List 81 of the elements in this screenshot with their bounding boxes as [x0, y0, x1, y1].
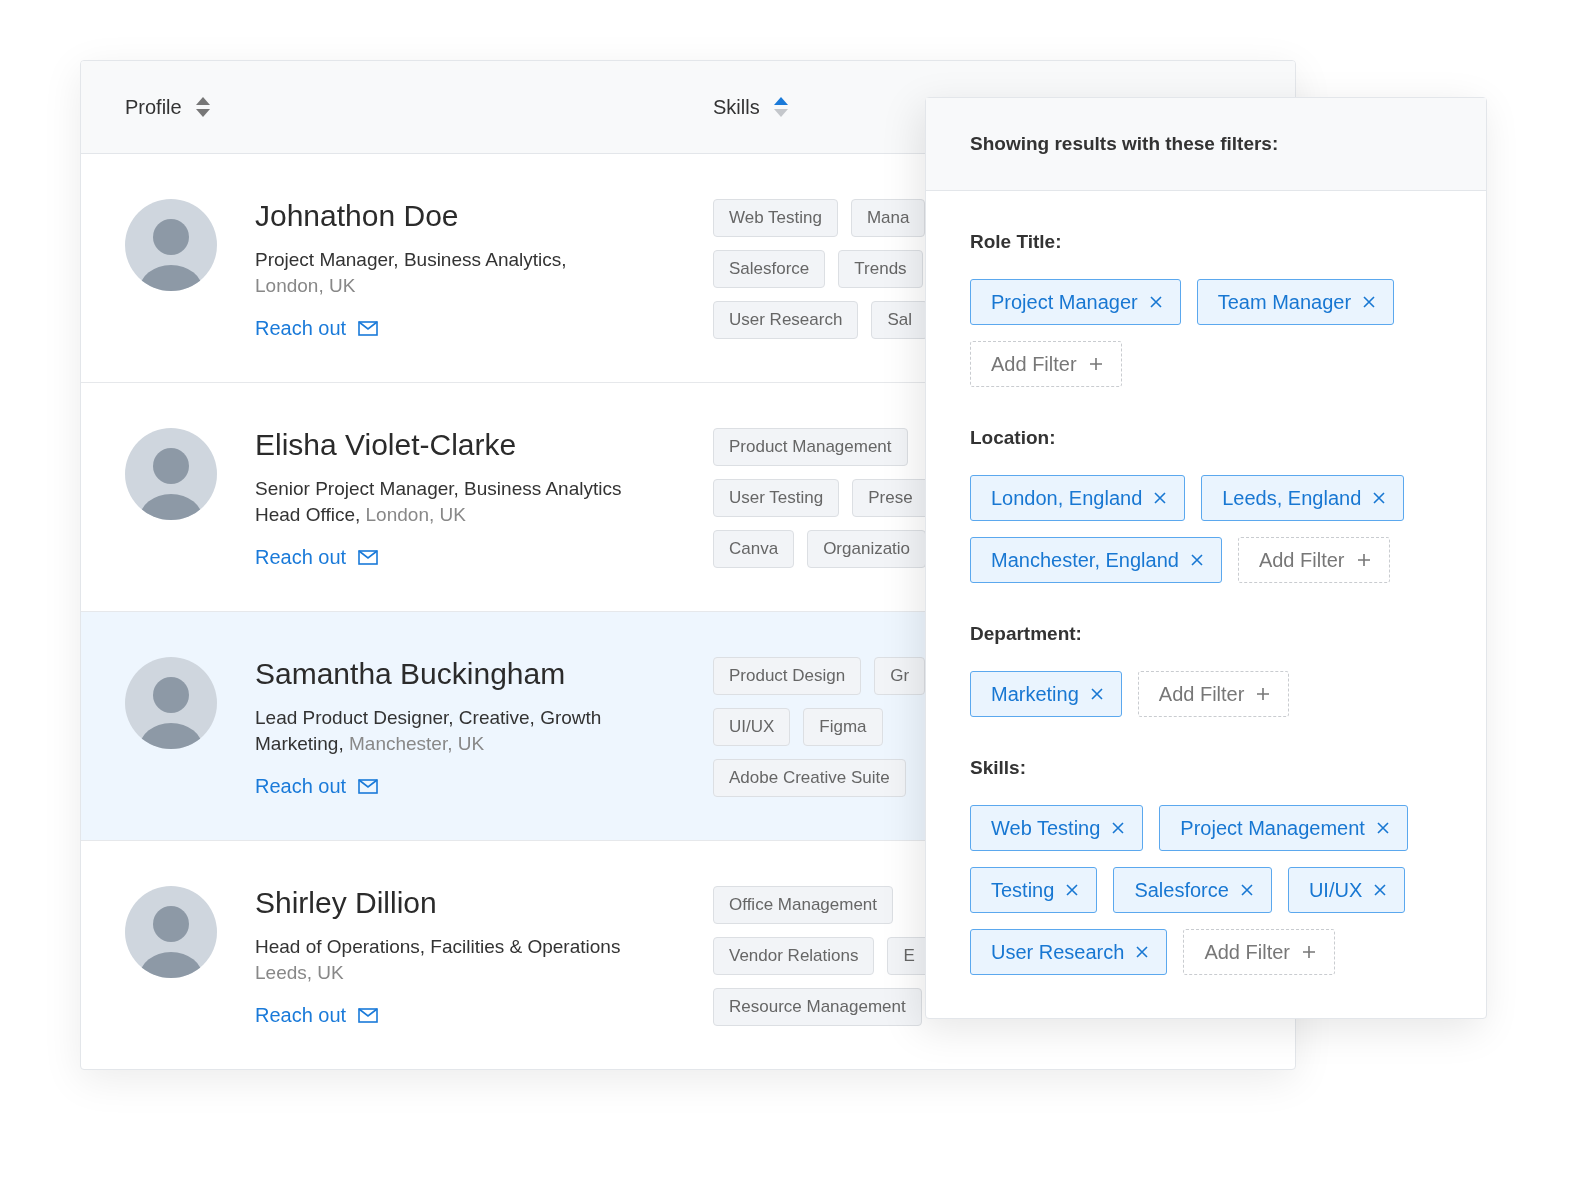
panel-title: Showing results with these filters: [970, 133, 1279, 155]
filter-tag[interactable]: Testing [970, 867, 1098, 913]
skill-tag: Office Management [713, 886, 894, 924]
role-text: Head of Operations, Facilities & Operations [255, 935, 621, 959]
mail-icon [358, 550, 379, 565]
filter-label: Role Title: [970, 231, 1063, 253]
skill-tag: E [887, 937, 926, 975]
skill-tag: Product Management [713, 428, 908, 466]
skill-tag: Salesforce [713, 250, 826, 288]
close-icon[interactable] [1112, 822, 1125, 834]
skill-tag: Gr [874, 657, 926, 695]
filter-tag[interactable]: Team Manager [1196, 279, 1395, 325]
role-text: Lead Product Designer, Creative, Growth [255, 706, 602, 730]
skill-tag: Mana [850, 199, 926, 237]
person-name: Johnathon Doe [255, 199, 460, 233]
mail-icon [358, 321, 379, 336]
mail-icon [358, 1008, 379, 1023]
skill-tag: Resource Management [713, 988, 922, 1026]
skill-tag: Figma [803, 708, 883, 746]
reach-out-link[interactable]: Reach out [255, 1004, 379, 1027]
filter-tag[interactable]: Web Testing [970, 805, 1144, 851]
close-icon[interactable] [1240, 884, 1253, 896]
skill-tag: Sal [871, 301, 926, 339]
filter-label: Skills: [970, 757, 1027, 779]
close-icon[interactable] [1373, 492, 1386, 504]
skill-tag: Trends [838, 250, 923, 288]
skill-tag: User Testing [713, 479, 840, 517]
close-icon[interactable] [1136, 946, 1149, 958]
skill-tag: User Research [713, 301, 859, 339]
person-name: Shirley Dillion [255, 886, 438, 920]
role-text: Senior Project Manager, Business Analytics [255, 477, 622, 501]
person-name: Elisha Violet-Clarke [255, 428, 518, 462]
plus-icon [1356, 553, 1371, 567]
person-name: Samantha Buckingham [255, 657, 567, 691]
filter-tag[interactable]: Marketing [970, 671, 1122, 717]
filter-tag[interactable]: UI/UX [1287, 867, 1406, 913]
close-icon[interactable] [1066, 884, 1079, 896]
skill-tag: UI/UX [713, 708, 791, 746]
close-icon[interactable] [1149, 296, 1162, 308]
close-icon[interactable] [1363, 296, 1376, 308]
skill-tag: Prese [852, 479, 926, 517]
role-text: Leeds, UK [255, 961, 345, 985]
filter-tag[interactable]: Project Manager [970, 279, 1181, 325]
column-header[interactable]: Skills [713, 95, 760, 119]
mail-icon [358, 779, 379, 794]
reach-out-link[interactable]: Reach out [255, 775, 379, 798]
filter-tag[interactable]: Leeds, England [1201, 475, 1405, 521]
close-icon[interactable] [1374, 884, 1387, 896]
close-icon[interactable] [1154, 492, 1167, 504]
filter-tag[interactable]: Salesforce [1113, 867, 1272, 913]
close-icon[interactable] [1190, 554, 1203, 566]
filter-tag[interactable]: Manchester, England [970, 537, 1222, 583]
skill-tag: Web Testing [713, 199, 838, 237]
reach-out-link[interactable]: Reach out [255, 317, 379, 340]
close-icon[interactable] [1090, 688, 1103, 700]
skill-tag: Adobe Creative Suite [713, 759, 906, 797]
filter-label: Location: [970, 427, 1057, 449]
reach-out-link[interactable]: Reach out [255, 546, 379, 569]
column-header[interactable]: Profile [125, 95, 182, 119]
sort-icon[interactable] [195, 97, 210, 117]
close-icon[interactable] [1376, 822, 1389, 834]
plus-icon [1302, 945, 1316, 959]
add-filter-button[interactable]: Add Filter [1183, 929, 1335, 975]
filter-tag[interactable]: Project Management [1159, 805, 1408, 851]
skill-tag: Canva [713, 530, 795, 568]
add-filter-button[interactable]: Add Filter [970, 341, 1122, 387]
role-text: London, UK [255, 274, 357, 298]
plus-icon [1256, 687, 1271, 701]
filter-tag[interactable]: User Research [970, 929, 1168, 975]
filter-label: Department: [970, 623, 1083, 645]
role-text: Marketing, Manchester, UK [255, 732, 486, 756]
filter-tag[interactable]: London, England [970, 475, 1186, 521]
sort-icon[interactable] [773, 97, 788, 117]
add-filter-button[interactable]: Add Filter [1137, 671, 1290, 717]
skill-tag: Vendor Relations [713, 937, 875, 975]
add-filter-button[interactable]: Add Filter [1237, 537, 1390, 583]
role-text: Project Manager, Business Analytics, [255, 248, 567, 272]
role-text: Head Office, London, UK [255, 503, 467, 527]
skill-tag: Product Design [713, 657, 862, 695]
plus-icon [1088, 357, 1103, 371]
skill-tag: Organizatio [807, 530, 926, 568]
